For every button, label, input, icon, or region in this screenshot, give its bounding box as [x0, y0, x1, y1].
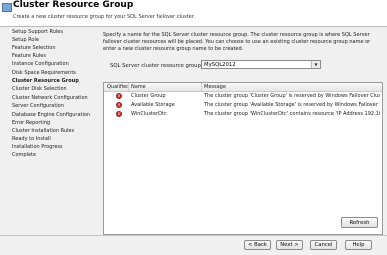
setup-window: Cluster Resource Group Create a new clus…	[0, 0, 387, 255]
footer-divider	[0, 235, 387, 236]
nav-item-cluster-installation-rules[interactable]: Cluster Installation Rules	[12, 128, 74, 135]
column-header-qualified[interactable]: Qualified	[107, 84, 129, 90]
nav-item-database-engine-configuration[interactable]: Database Engine Configuration	[12, 112, 90, 119]
table-row[interactable]: × WinClusterDtc The cluster group 'WinCl…	[104, 110, 382, 118]
refresh-button[interactable]: Refresh	[341, 217, 378, 228]
nav-item-error-reporting[interactable]: Error Reporting	[12, 120, 50, 127]
nav-item-setup-role[interactable]: Setup Role	[12, 37, 39, 44]
column-divider[interactable]	[128, 83, 129, 91]
nav-item-feature-selection[interactable]: Feature Selection	[12, 45, 56, 52]
nav-item-cluster-disk-selection[interactable]: Cluster Disk Selection	[12, 86, 67, 93]
row-name: Available Storage	[131, 102, 175, 108]
page-subtitle: Create a new cluster resource group for …	[13, 14, 195, 20]
next-button[interactable]: Next >	[276, 240, 303, 250]
error-icon: ×	[116, 93, 122, 99]
cancel-button[interactable]: Cancel	[310, 240, 337, 250]
error-icon: ×	[116, 111, 122, 117]
wizard-steps-nav: Setup Support Rules Setup Role Feature S…	[0, 29, 96, 229]
row-message: The cluster group 'Available Storage' is…	[204, 102, 380, 108]
cluster-groups-table: Qualified Name Message × Cluster Group T…	[103, 82, 383, 235]
nav-item-feature-rules[interactable]: Feature Rules	[12, 53, 46, 60]
column-divider[interactable]	[201, 83, 202, 91]
nav-item-cluster-network-configuration[interactable]: Cluster Network Configuration	[12, 95, 88, 102]
nav-item-instance-configuration[interactable]: Instance Configuration	[12, 61, 69, 68]
page-description: Specify a name for the SQL Server cluste…	[103, 32, 371, 52]
nav-item-server-configuration[interactable]: Server Configuration	[12, 103, 64, 110]
nav-item-complete[interactable]: Complete	[12, 152, 36, 159]
column-header-message[interactable]: Message	[204, 84, 226, 90]
nav-item-disk-space-requirements[interactable]: Disk Space Requirements	[12, 70, 76, 77]
nav-item-installation-progress[interactable]: Installation Progress	[12, 144, 63, 151]
row-name: Cluster Group	[131, 93, 166, 99]
back-button[interactable]: < Back	[244, 240, 271, 250]
row-message: The cluster group 'WinClusterDtc' contai…	[204, 111, 380, 117]
group-name-value: MySQL2012	[204, 62, 236, 68]
chevron-down-icon[interactable]: ▼	[311, 61, 320, 68]
cluster-group-icon	[2, 3, 12, 12]
table-header: Qualified Name Message	[104, 83, 382, 92]
table-row[interactable]: × Available Storage The cluster group 'A…	[104, 101, 382, 109]
row-message: The cluster group 'Cluster Group' is res…	[204, 93, 380, 99]
column-header-name[interactable]: Name	[131, 84, 146, 90]
group-name-combobox[interactable]: MySQL2012 ▼	[201, 60, 321, 69]
row-name: WinClusterDtc	[131, 111, 167, 117]
help-button[interactable]: Help	[345, 240, 372, 250]
error-icon: ×	[116, 102, 122, 108]
nav-item-ready-to-install[interactable]: Ready to Install	[12, 136, 51, 143]
main-content: Specify a name for the SQL Server cluste…	[97, 30, 385, 235]
page-title: Cluster Resource Group	[13, 0, 134, 10]
wizard-header: Cluster Resource Group Create a new clus…	[0, 0, 387, 27]
nav-item-setup-support-rules[interactable]: Setup Support Rules	[12, 29, 63, 36]
nav-item-cluster-resource-group[interactable]: Cluster Resource Group	[12, 78, 79, 85]
table-row[interactable]: × Cluster Group The cluster group 'Clust…	[104, 92, 382, 100]
